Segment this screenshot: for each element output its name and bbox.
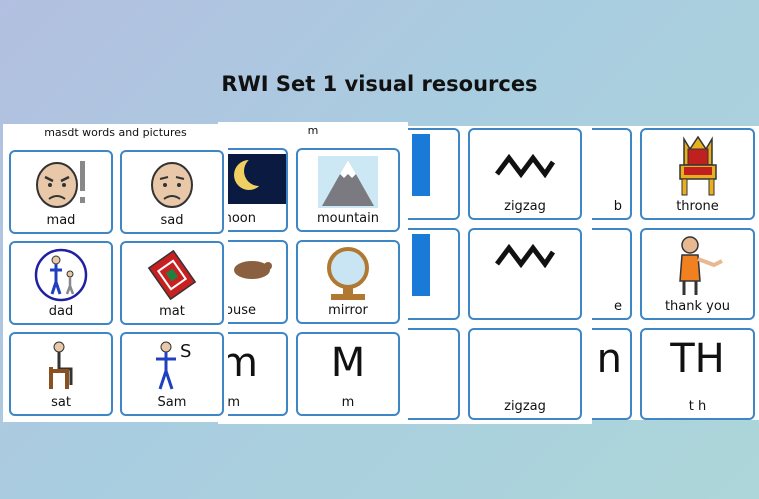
card-big-letter: M: [330, 340, 366, 386]
card-label: Sam: [157, 395, 187, 410]
card-zigzag-2: [468, 228, 582, 320]
card-sat: sat: [9, 332, 113, 416]
card-label: sad: [160, 213, 184, 228]
card-sam: S Sam: [120, 332, 224, 416]
card-mat: mat: [120, 241, 224, 325]
person-thanking-icon: [642, 234, 753, 298]
card-label: t h: [688, 399, 707, 414]
sheet-masdt: masdt words and pictures mad sad dad mat…: [3, 124, 228, 422]
card-label: sat: [51, 395, 71, 410]
card-zigzag-1: zigzag: [468, 128, 582, 220]
card-label: m: [227, 395, 240, 410]
card-small-m: m m: [218, 332, 288, 416]
throne-icon: [642, 134, 753, 198]
sheet-caption: masdt words and pictures: [44, 126, 187, 139]
mirror-icon: [298, 246, 398, 302]
rug-icon: [122, 247, 222, 303]
card-zigzag-3: zigzag: [468, 328, 582, 420]
card-mirror: mirror: [296, 240, 400, 324]
card-mad: mad: [9, 150, 113, 234]
zigzag-icon: [470, 134, 580, 198]
card-label: thank you: [664, 299, 731, 314]
card-label: dad: [48, 304, 74, 319]
zigzag-icon: [470, 234, 580, 278]
person-sitting-icon: [11, 338, 111, 394]
mouse-icon: [230, 252, 274, 286]
card-label: mirror: [328, 303, 368, 318]
card-big-letter: n: [596, 336, 622, 382]
card-label: zigzag: [504, 399, 546, 414]
card-capital-m: M m: [296, 332, 400, 416]
card-sad: sad: [120, 150, 224, 234]
card-label: throne: [676, 199, 719, 214]
card-throne: throne: [640, 128, 755, 220]
sad-face-icon: [122, 156, 222, 212]
card-big-letter: TH: [670, 336, 725, 382]
card-label: zigzag: [504, 199, 546, 214]
card-mouse: ouse: [218, 240, 288, 324]
card-th: TH t h: [640, 328, 755, 420]
angry-face-icon: [11, 156, 111, 212]
sheet-m: m noon mountain ouse mirror m m M m: [218, 122, 408, 424]
card-label: m: [341, 395, 355, 410]
card-label: mountain: [316, 211, 379, 226]
card-label: mat: [159, 304, 185, 319]
card-thank-you: thank you: [640, 228, 755, 320]
sheet-th: b e n throne thank you TH t h: [575, 126, 759, 420]
card-dad: dad: [9, 241, 113, 325]
sheet-caption: m: [307, 124, 319, 137]
mountain-icon: [298, 154, 398, 210]
dad-and-child-icon: [11, 247, 111, 303]
blue-shape-icon: [412, 234, 430, 296]
card-label: mad: [46, 213, 76, 228]
person-s-icon: S: [122, 338, 222, 394]
svg-text:S: S: [180, 341, 191, 362]
slide-title: RWI Set 1 visual resources: [221, 72, 538, 96]
blue-shape-icon: [412, 134, 430, 196]
card-moon: noon: [218, 148, 288, 232]
moon-icon: [228, 154, 286, 204]
card-mountain: mountain: [296, 148, 400, 232]
